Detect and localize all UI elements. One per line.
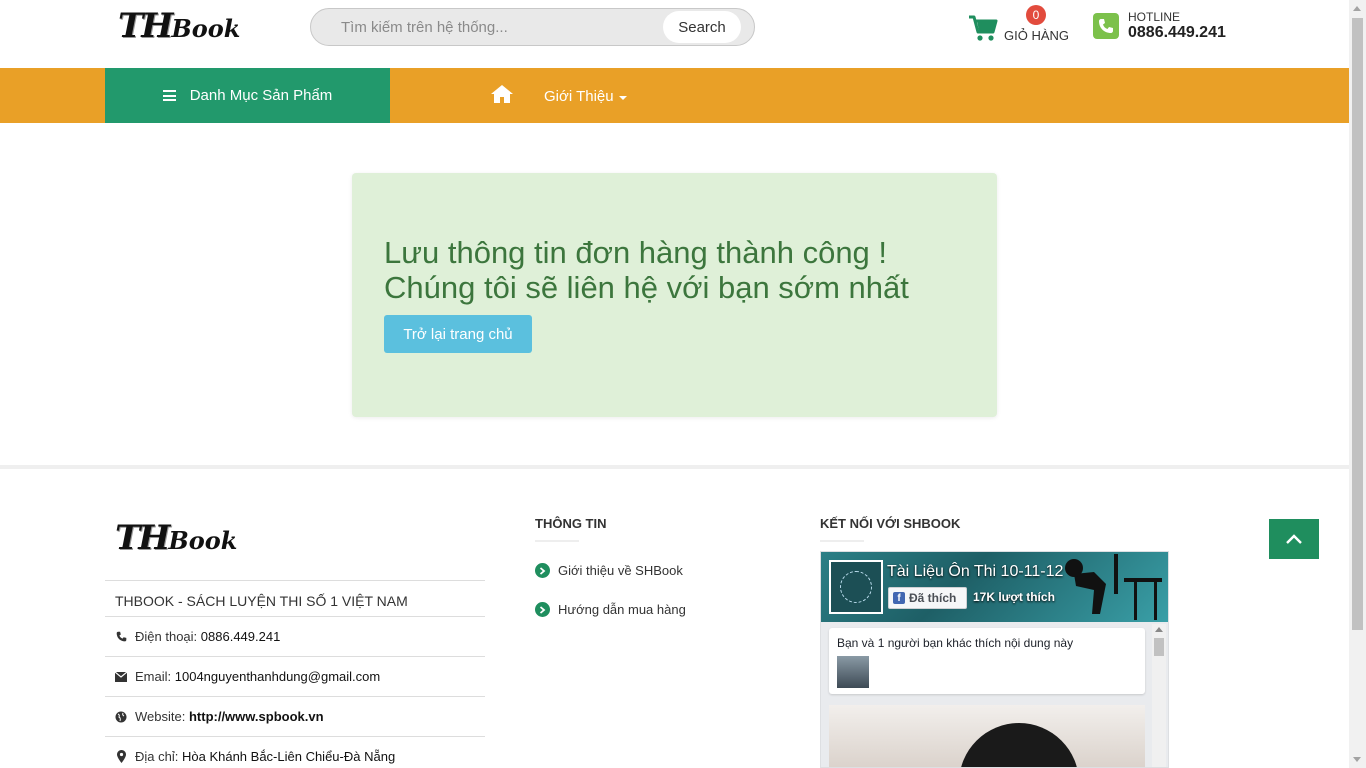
nav-intro-label: Giới Thiệu: [544, 88, 614, 105]
footer-logo-th: TH: [115, 518, 170, 558]
back-to-top-button[interactable]: [1269, 519, 1319, 559]
footer-info-heading: THÔNG TIN: [535, 516, 607, 542]
friend-avatar[interactable]: [837, 656, 869, 688]
site-logo[interactable]: TH Book: [118, 6, 240, 50]
footer-website: Website: http://www.spbook.vn: [105, 696, 485, 736]
order-success-alert: Lưu thông tin đơn hàng thành công ! Chún…: [352, 173, 997, 417]
footer-logo-book: Book: [168, 526, 238, 555]
footer-link-intro-label: Giới thiệu về SHBook: [558, 563, 683, 578]
cart-count-badge: 0: [1026, 5, 1046, 25]
map-marker-icon: [115, 750, 127, 763]
footer-tagline: THBOOK - SÁCH LUYỆN THI SỐ 1 VIỆT NAM: [105, 580, 485, 620]
logo-th: TH: [118, 6, 173, 46]
footer-phone-value: 0886.449.241: [200, 629, 281, 644]
facebook-post-photo[interactable]: [829, 705, 1145, 767]
footer-email-label: Email:: [135, 669, 172, 684]
search-input[interactable]: [341, 17, 661, 37]
student-silhouette-image: [1065, 554, 1162, 620]
footer-link-intro[interactable]: Giới thiệu về SHBook: [535, 563, 683, 578]
footer-website-link[interactable]: http://www.spbook.vn: [189, 709, 324, 724]
home-icon[interactable]: [490, 84, 514, 104]
categories-menu-label: Danh Mục Sản Phẩm: [189, 87, 333, 104]
footer-phone-label: Điện thoại:: [135, 629, 198, 644]
cart-label[interactable]: GIỎ HÀNG: [1004, 28, 1069, 43]
facebook-liked-button[interactable]: f Đã thích: [888, 587, 967, 609]
footer-tagline-text: THBOOK - SÁCH LUYỆN THI SỐ 1 VIỆT NAM: [115, 592, 408, 609]
facebook-page-avatar[interactable]: [829, 560, 883, 614]
success-line-2: Chúng tôi sẽ liên hệ với bạn sớm nhất: [384, 270, 909, 305]
footer-address-value: Hòa Khánh Bắc-Liên Chiểu-Đà Nẵng: [181, 749, 396, 764]
categories-menu-button[interactable]: Danh Mục Sản Phẩm: [105, 68, 390, 123]
footer-logo[interactable]: TH Book: [115, 518, 237, 558]
globe-icon: [115, 711, 127, 723]
scroll-down-arrow-icon[interactable]: [1353, 757, 1361, 762]
cart-icon[interactable]: [968, 14, 998, 42]
facebook-friends-text: Bạn và 1 người bạn khác thích nội dung n…: [837, 636, 1074, 650]
back-home-button[interactable]: Trở lại trang chủ: [384, 315, 532, 353]
caret-down-icon: [618, 95, 627, 100]
chevron-up-icon: [1286, 534, 1302, 544]
facebook-page-widget: Tài Liệu Ôn Thi 10-11-12 f Đã thích 17K …: [820, 551, 1169, 768]
envelope-icon: [115, 671, 127, 682]
menu-bars-icon: [162, 90, 176, 101]
footer-address: Địa chỉ: Hòa Khánh Bắc-Liên Chiểu-Đà Nẵn…: [105, 736, 485, 768]
footer-website-label: Website:: [135, 709, 186, 724]
logo-book: Book: [171, 14, 241, 43]
page-scrollbar[interactable]: [1349, 0, 1366, 768]
nav-intro-dropdown[interactable]: Giới Thiệu: [544, 88, 627, 105]
facebook-friends-card: Bạn và 1 người bạn khác thích nội dung n…: [829, 628, 1145, 694]
main-nav: Danh Mục Sản Phẩm: [0, 68, 1349, 123]
scrollbar-thumb[interactable]: [1352, 18, 1363, 630]
scroll-up-arrow-icon[interactable]: [1353, 6, 1361, 11]
facebook-likes-count: 17K lượt thích: [973, 590, 1055, 604]
chevron-right-circle-icon: [535, 563, 550, 578]
footer-link-guide[interactable]: Hướng dẫn mua hàng: [535, 602, 686, 617]
footer-connect-heading: KẾT NỐI VỚI SHBOOK: [820, 516, 961, 542]
footer-link-guide-label: Hướng dẫn mua hàng: [558, 602, 686, 617]
facebook-page-title[interactable]: Tài Liệu Ôn Thi 10-11-12: [887, 563, 1063, 581]
facebook-liked-label: Đã thích: [909, 591, 957, 605]
chevron-right-circle-icon: [535, 602, 550, 617]
search-button[interactable]: Search: [663, 11, 741, 43]
facebook-widget-scrollbar[interactable]: [1152, 624, 1166, 767]
hotline-label: HOTLINE: [1128, 10, 1181, 24]
footer-email: Email: 1004nguyenthanhdung@gmail.com: [105, 656, 485, 696]
search-bar: Search: [310, 8, 755, 46]
footer-email-value[interactable]: 1004nguyenthanhdung@gmail.com: [175, 669, 380, 684]
footer-address-label: Địa chỉ:: [135, 749, 179, 764]
success-message: Lưu thông tin đơn hàng thành công ! Chún…: [384, 235, 984, 305]
site-header: TH Book Search 0 GIỎ HÀNG HOTLINE 0886.4…: [0, 0, 1349, 68]
phone-small-icon: [115, 631, 127, 642]
footer-divider: [0, 465, 1349, 469]
phone-icon: [1093, 13, 1119, 39]
footer-phone: Điện thoại: 0886.449.241: [105, 616, 485, 656]
facebook-icon: f: [893, 592, 905, 604]
success-line-1: Lưu thông tin đơn hàng thành công !: [384, 235, 888, 270]
hotline-number: 0886.449.241: [1128, 24, 1226, 41]
facebook-cover-image[interactable]: Tài Liệu Ôn Thi 10-11-12 f Đã thích 17K …: [821, 552, 1168, 622]
